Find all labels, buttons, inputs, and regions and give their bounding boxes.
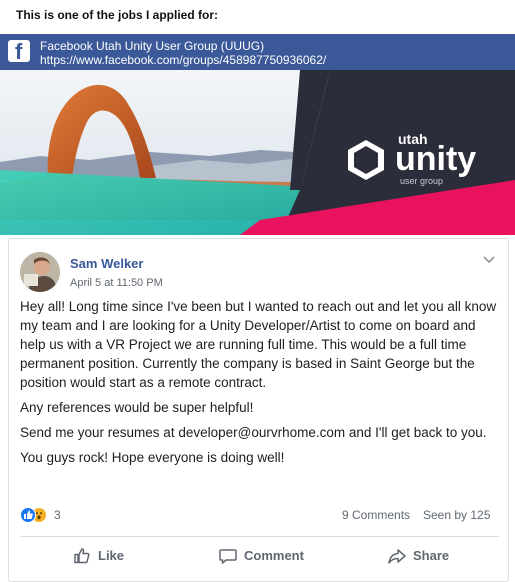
comment-icon xyxy=(219,549,237,564)
comment-button[interactable]: Comment xyxy=(218,546,318,566)
post-paragraph: You guys rock! Hope everyone is doing we… xyxy=(20,450,285,465)
like-reaction-icon xyxy=(20,507,36,523)
post-paragraph: Any references would be super helpful! xyxy=(20,400,254,415)
post-body: Hey all! Long time since I've been but I… xyxy=(20,297,500,473)
banner-brand-sub: user group xyxy=(400,176,443,186)
seen-by-count[interactable]: Seen by 125 xyxy=(423,508,490,522)
group-name[interactable]: Facebook Utah Unity User Group (UUUG) xyxy=(40,39,264,53)
post-action-bar: Like Comment Share xyxy=(20,536,499,574)
intro-text: This is one of the jobs I applied for: xyxy=(16,8,219,22)
comment-label: Comment xyxy=(244,548,304,563)
thumbs-up-icon xyxy=(74,548,90,564)
group-header[interactable]: f Facebook Utah Unity User Group (UUUG) … xyxy=(0,34,515,70)
banner-brand-main: unity xyxy=(395,140,476,178)
group-url[interactable]: https://www.facebook.com/groups/45898775… xyxy=(40,53,326,67)
share-icon xyxy=(388,549,406,564)
post-paragraph: Send me your resumes at developer@ourvrh… xyxy=(20,425,487,440)
share-label: Share xyxy=(413,548,450,563)
reaction-count: 3 xyxy=(54,508,61,522)
post-card: Sam Welker April 5 at 11:50 PM Hey all! … xyxy=(8,238,509,582)
share-button[interactable]: Share xyxy=(387,546,457,566)
chevron-down-icon[interactable] xyxy=(482,253,496,267)
post-author[interactable]: Sam Welker xyxy=(70,256,143,271)
facebook-logo-icon: f xyxy=(8,40,30,62)
like-button[interactable]: Like xyxy=(72,546,142,566)
post-timestamp[interactable]: April 5 at 11:50 PM xyxy=(70,277,163,289)
comments-count[interactable]: 9 Comments xyxy=(342,508,410,522)
avatar[interactable] xyxy=(20,252,60,292)
post-paragraph: Hey all! Long time since I've been but I… xyxy=(20,299,497,390)
group-cover-banner: utah unity user group xyxy=(0,70,515,235)
like-label: Like xyxy=(98,548,125,563)
